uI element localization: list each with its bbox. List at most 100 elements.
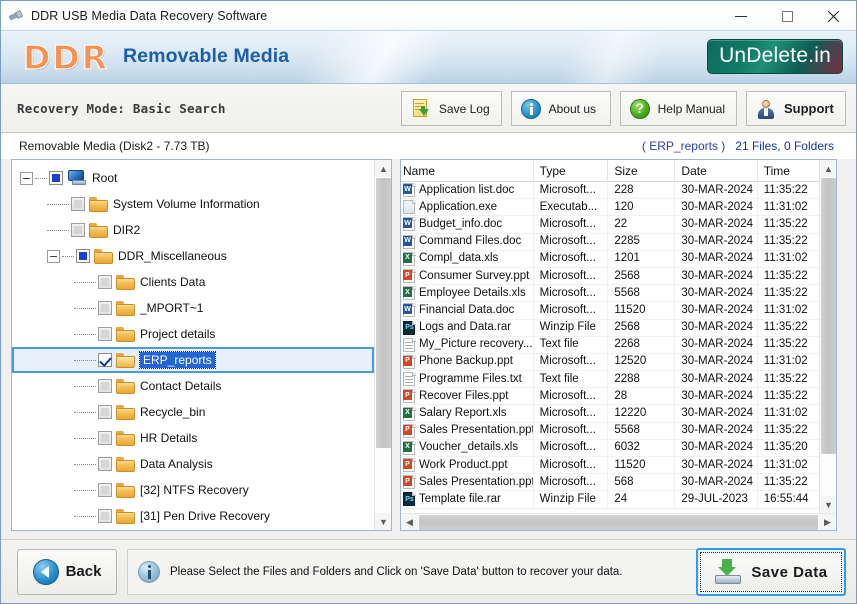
save-data-button[interactable]: Save Data	[700, 552, 842, 592]
list-scroll-down-icon[interactable]: ▼	[820, 496, 836, 513]
tree-item[interactable]: Contact Details	[12, 373, 374, 399]
file-row[interactable]: Ps Logs and Data.rar Winzip File 2568 30-MAR…	[401, 319, 819, 337]
file-row[interactable]: My_Picture recovery.... Text file 2268 30-M…	[401, 336, 819, 354]
list-horizontal-scrollbar[interactable]: ◀ ▶	[401, 513, 836, 530]
file-row[interactable]: P Phone Backup.ppt Microsoft... 12520 30-MAR…	[401, 353, 819, 372]
tree-item[interactable]: _MPORT~1	[12, 295, 374, 321]
ppt-file-icon: P	[403, 354, 416, 369]
tree-scroll-thumb[interactable]	[376, 178, 391, 448]
column-header-type[interactable]: Type	[534, 160, 609, 182]
file-row[interactable]: X Voucher_details.xls Microsoft... 6032 30-M…	[401, 439, 819, 457]
tree-collapse-icon[interactable]	[20, 171, 33, 185]
folder-icon	[89, 222, 108, 238]
tree-vertical-scrollbar[interactable]: ▲ ▼	[374, 160, 391, 530]
tree-item[interactable]: Root	[12, 165, 374, 191]
tree-item-checkbox[interactable]	[98, 431, 112, 445]
file-row[interactable]: Ps Template file.rar Winzip File 24 29-JUL-2…	[401, 490, 819, 509]
tree-item[interactable]: [31] Pen Drive Recovery	[12, 503, 374, 529]
tree-item-checkbox[interactable]	[98, 301, 112, 315]
tree-connector	[74, 333, 96, 335]
tree-connector	[74, 307, 96, 309]
file-row[interactable]: Programme Files.txt Text file 2288 30-MAR-2…	[401, 370, 819, 389]
tree-item-checkbox[interactable]	[98, 483, 112, 497]
file-row[interactable]: X Employee Details.xls Microsoft... 5568 30-…	[401, 284, 819, 303]
tree-item[interactable]: DDR_Miscellaneous	[12, 243, 374, 269]
file-row[interactable]: W Budget_info.doc Microsoft... 22 30-MAR-202…	[401, 215, 819, 234]
tree-item-checkbox[interactable]	[98, 353, 112, 367]
file-row[interactable]: P Sales Presentation.ppt Microsoft... 5568 3…	[401, 422, 819, 440]
close-button[interactable]	[810, 1, 856, 31]
tree-item-checkbox[interactable]	[98, 275, 112, 289]
file-size-cell: 11520	[608, 301, 676, 319]
column-header-name[interactable]: Name	[401, 160, 534, 182]
column-header-size[interactable]: Size	[608, 160, 676, 182]
list-scroll-thumb[interactable]	[821, 178, 836, 454]
maximize-button[interactable]	[764, 1, 810, 31]
tree-item-checkbox[interactable]	[71, 223, 85, 237]
file-name-cell: Programme Files.txt	[401, 370, 534, 388]
tree-scroll-down-icon[interactable]: ▼	[375, 513, 391, 530]
file-row[interactable]: W Application list.doc Microsoft... 228 30-M…	[401, 181, 819, 200]
support-button[interactable]: Support	[746, 91, 846, 126]
file-name-label: Salary Report.xls	[419, 407, 507, 420]
file-name-label: Consumer Survey.ppt	[419, 269, 530, 282]
folder-icon	[116, 508, 135, 524]
list-hscroll-thumb[interactable]	[419, 515, 818, 530]
tree-item-checkbox[interactable]	[98, 509, 112, 523]
file-type-cell: Text file	[534, 336, 609, 354]
tree-item[interactable]: System Volume Information	[12, 191, 374, 217]
folder-tree[interactable]: Root System Volume Information DIR2 DDR_Mis…	[12, 160, 374, 530]
file-name-label: Application.exe	[419, 200, 497, 213]
tree-item[interactable]: ERP_reports	[12, 347, 374, 373]
tree-item-checkbox[interactable]	[49, 171, 63, 185]
doc-file-icon: W	[403, 217, 416, 232]
tree-item[interactable]: HR Details	[12, 425, 374, 451]
tree-item[interactable]: Project details	[12, 321, 374, 347]
about-us-button[interactable]: About us	[510, 91, 611, 126]
file-name-label: Logs and Data.rar	[419, 321, 512, 334]
back-button[interactable]: Back	[17, 548, 117, 595]
file-name-label: Sales Presentation.ppt	[419, 475, 534, 488]
file-size-cell: 22	[608, 215, 676, 233]
minimize-button[interactable]	[718, 1, 764, 31]
file-date-cell: 30-MAR-2024	[675, 370, 758, 388]
file-row[interactable]: X Salary Report.xls Microsoft... 12220 30-MA…	[401, 405, 819, 423]
tree-item-checkbox[interactable]	[98, 379, 112, 393]
file-row[interactable]: P Consumer Survey.ppt Microsoft... 2568 30-M…	[401, 267, 819, 286]
file-date-cell: 30-MAR-2024	[675, 405, 758, 423]
file-row[interactable]: W Command Files.doc Microsoft... 2285 30-MAR…	[401, 233, 819, 251]
file-row[interactable]: P Sales Presentation.ppt Microsoft... 568 30…	[401, 473, 819, 492]
file-row[interactable]: X Compl_data.xls Microsoft... 1201 30-MAR-20…	[401, 250, 819, 268]
file-row[interactable]: Application.exe Executab... 120 30-MAR-2024…	[401, 198, 819, 217]
tree-item[interactable]: Recycle_bin	[12, 399, 374, 425]
tree-item[interactable]: DIR2	[12, 217, 374, 243]
file-row[interactable]: W Financial Data.doc Microsoft... 11520 30-M…	[401, 301, 819, 320]
list-vertical-scrollbar[interactable]: ▲ ▼	[819, 160, 836, 530]
save-log-icon	[410, 98, 432, 120]
tree-item-checkbox[interactable]	[98, 405, 112, 419]
help-manual-button[interactable]: ? Help Manual	[619, 91, 737, 126]
list-scroll-up-icon[interactable]: ▲	[820, 160, 836, 177]
file-list-body[interactable]: W Application list.doc Microsoft... 228 30-M…	[401, 181, 819, 509]
tree-item-checkbox[interactable]	[98, 457, 112, 471]
tree-scroll-up-icon[interactable]: ▲	[375, 160, 391, 177]
tree-item-checkbox[interactable]	[76, 249, 90, 263]
tree-item-checkbox[interactable]	[98, 327, 112, 341]
tree-item-checkbox[interactable]	[71, 197, 85, 211]
file-row[interactable]: P Work Product.ppt Microsoft... 11520 30-MAR…	[401, 456, 819, 475]
undelete-badge[interactable]: UnDelete.in	[707, 39, 843, 74]
file-list[interactable]: Name Type Size Date Time W Application list.d…	[401, 160, 819, 513]
column-header-time[interactable]: Time	[758, 160, 819, 182]
save-log-button[interactable]: Save Log	[400, 91, 502, 126]
tree-item[interactable]: Clients Data	[12, 269, 374, 295]
tree-item[interactable]: [32] NTFS Recovery	[12, 477, 374, 503]
tree-item-label: Contact Details	[140, 379, 222, 393]
file-date-cell: 30-MAR-2024	[675, 422, 758, 440]
tree-item[interactable]: Data Analysis	[12, 451, 374, 477]
file-name-label: My_Picture recovery....	[419, 338, 534, 351]
file-row[interactable]: P Recover Files.ppt Microsoft... 28 30-MAR-2…	[401, 387, 819, 406]
tree-collapse-icon[interactable]	[47, 249, 60, 263]
column-header-date[interactable]: Date	[675, 160, 758, 182]
list-scroll-right-icon[interactable]: ▶	[819, 514, 836, 530]
list-scroll-left-icon[interactable]: ◀	[401, 514, 418, 530]
